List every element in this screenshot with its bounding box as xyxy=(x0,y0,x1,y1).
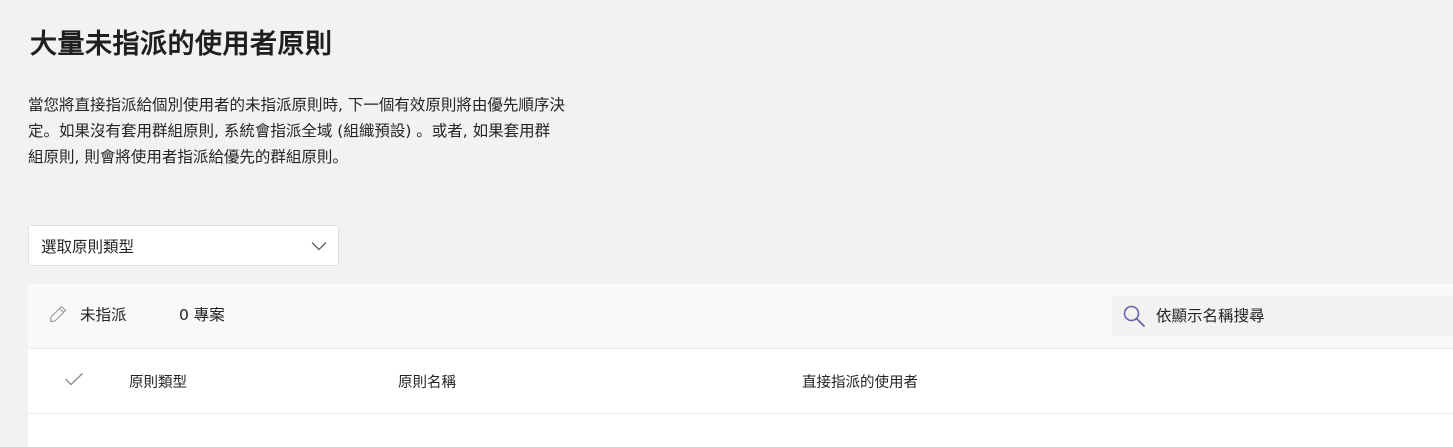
items-count: 0 專案 xyxy=(179,306,225,324)
search-box[interactable] xyxy=(1112,296,1453,336)
column-header-policy-type[interactable]: 原則類型 xyxy=(129,349,187,413)
table-header: 原則類型 原則名稱 直接指派的使用者 xyxy=(28,349,1453,414)
checkmark-icon xyxy=(64,372,84,390)
search-input[interactable] xyxy=(1156,307,1436,325)
description-line: 組原則, 則會將使用者指派給優先的群組原則。 xyxy=(28,148,348,166)
page-title: 大量未指派的使用者原則 xyxy=(30,29,333,60)
column-header-policy-name[interactable]: 原則名稱 xyxy=(398,349,456,413)
policy-type-dropdown[interactable]: 選取原則類型 xyxy=(28,225,339,266)
command-bar: 未指派 0 專案 xyxy=(28,284,1453,349)
pencil-icon xyxy=(48,304,68,324)
search-icon xyxy=(1122,304,1146,328)
unassign-label: 未指派 xyxy=(80,306,127,324)
column-header-direct-users[interactable]: 直接指派的使用者 xyxy=(802,349,918,413)
page-description: 當您將直接指派給個別使用者的未指派原則時, 下一個有效原則將由優先順序決 定。如… xyxy=(28,92,668,170)
description-line: 定。如果沒有套用群組原則, 系統會指派全域 (組織預設) 。或者, 如果套用群 xyxy=(28,122,551,140)
unassign-button[interactable]: 未指派 xyxy=(48,284,127,344)
select-all-checkbox[interactable] xyxy=(64,349,84,413)
policy-type-dropdown-text: 選取原則類型 xyxy=(41,237,135,256)
policies-panel: 未指派 0 專案 原則類型 原則名稱 直接指派的使用者 xyxy=(28,284,1453,447)
chevron-down-icon xyxy=(310,237,328,255)
description-line: 當您將直接指派給個別使用者的未指派原則時, 下一個有效原則將由優先順序決 xyxy=(28,96,565,114)
